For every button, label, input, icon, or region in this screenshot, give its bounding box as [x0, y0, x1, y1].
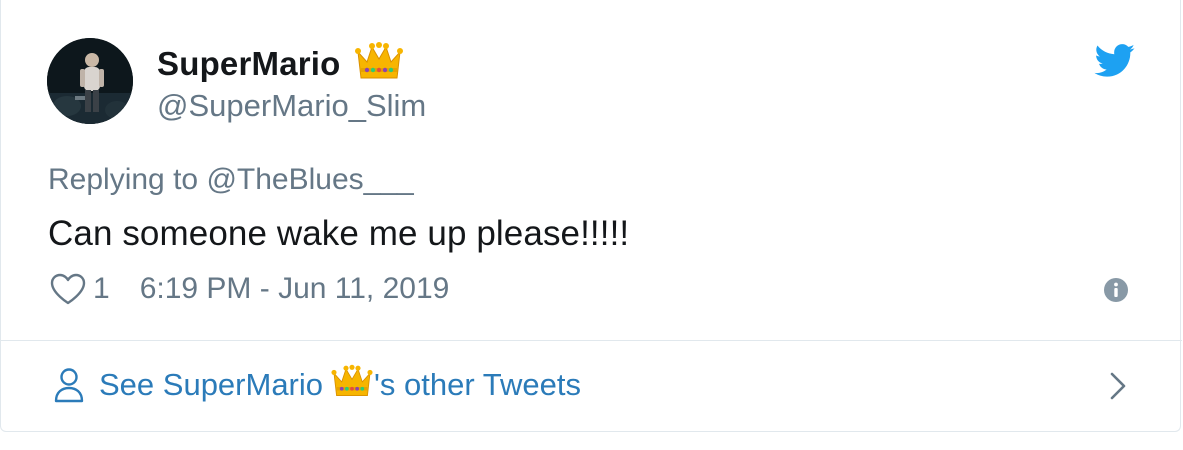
like-count[interactable]: 1 [93, 272, 110, 306]
tweet-text: Can someone wake me up please!!!!! [48, 214, 630, 253]
replying-to-label: Replying to [48, 163, 207, 196]
author-name-row[interactable]: SuperMario [157, 40, 403, 87]
crown-icon [331, 363, 373, 407]
twitter-bird-icon[interactable] [1094, 44, 1136, 78]
see-other-tweets-suffix: 's other Tweets [374, 367, 581, 402]
author-handle[interactable]: @SuperMario_Slim [157, 88, 426, 124]
see-other-tweets-prefix: See SuperMario [99, 367, 324, 402]
replying-to-handle[interactable]: @TheBlues___ [206, 163, 413, 196]
replying-to: Replying to @TheBlues___ [48, 163, 414, 197]
author-display-name[interactable]: SuperMario [157, 45, 341, 83]
tweet-meta: 1 6:19 PM - Jun 11, 2019 [49, 272, 449, 306]
crown-icon [354, 40, 403, 87]
info-icon[interactable] [1103, 277, 1129, 303]
avatar-image [47, 38, 133, 124]
person-icon [53, 367, 85, 403]
avatar[interactable] [47, 38, 133, 124]
see-other-tweets-link[interactable]: See SuperMario 's other Tweets [1, 341, 1182, 431]
heart-icon[interactable] [49, 272, 87, 306]
tweet-timestamp[interactable]: 6:19 PM - Jun 11, 2019 [140, 272, 450, 306]
chevron-right-icon [1107, 370, 1129, 402]
tweet-card: SuperMario @SuperMario_Slim Replying to … [0, 0, 1182, 432]
